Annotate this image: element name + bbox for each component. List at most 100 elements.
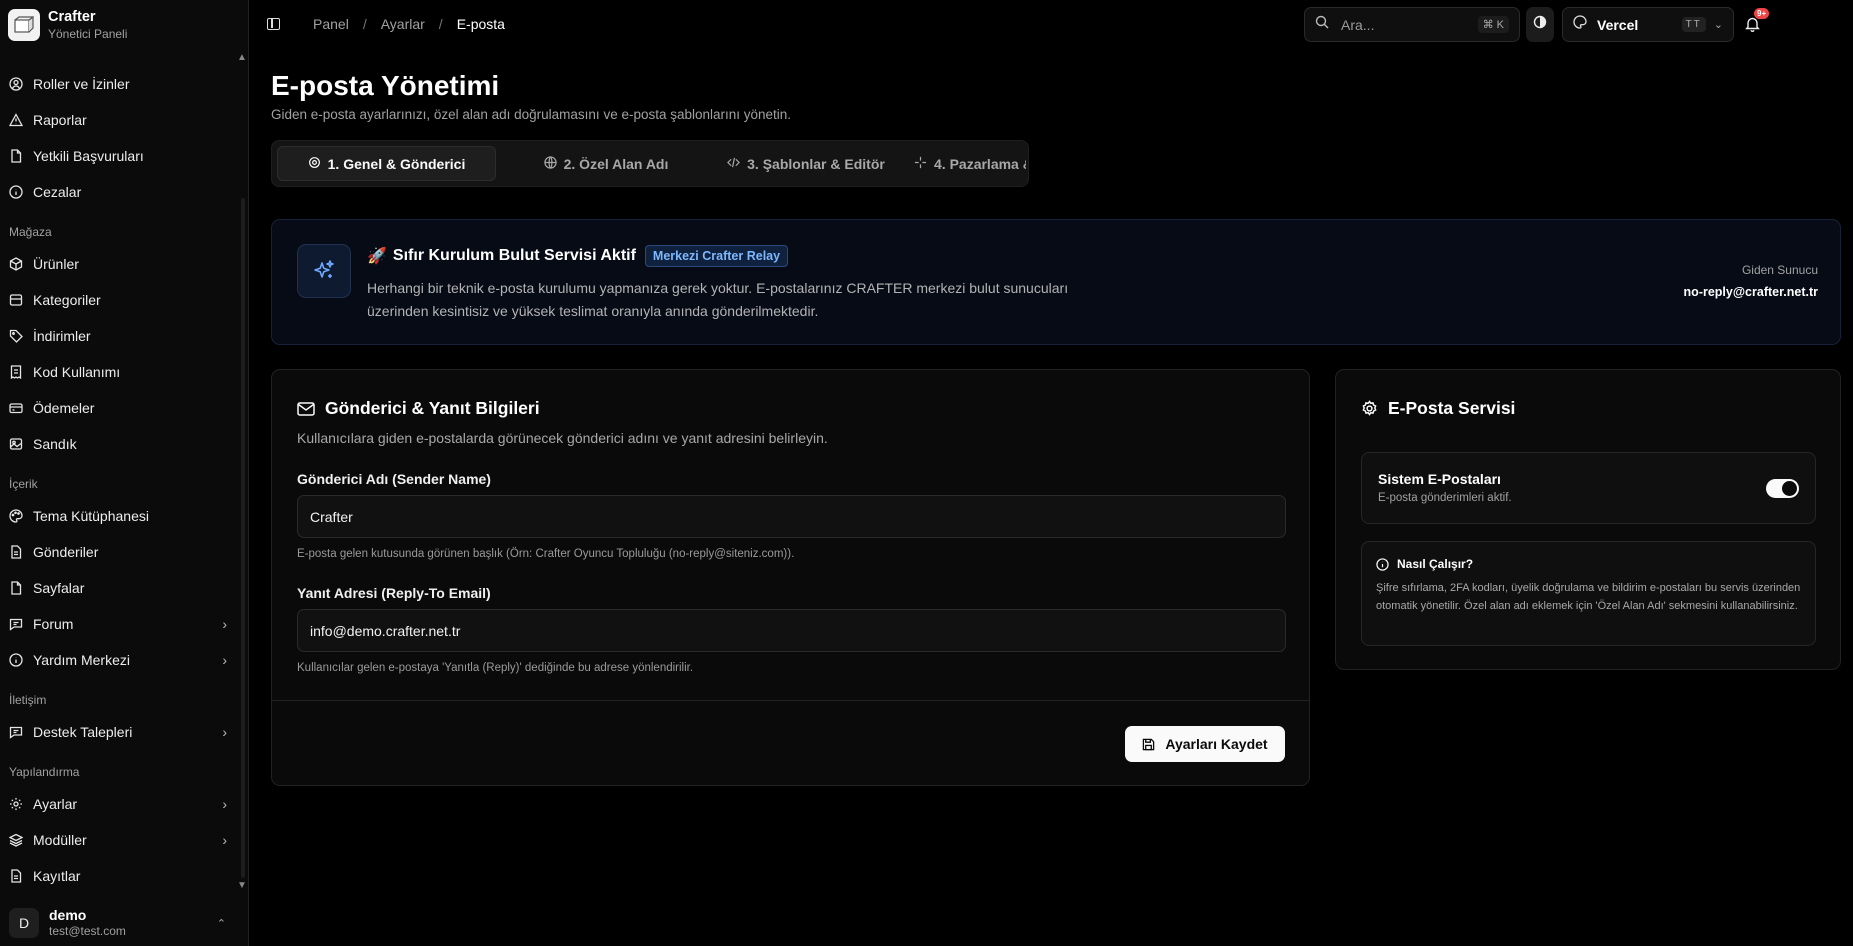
sidebar-item-modules[interactable]: Modüller › [0, 822, 236, 858]
sidebar-item-support-tickets[interactable]: Destek Talepleri › [0, 714, 236, 750]
save-button-label: Ayarları Kaydet [1165, 736, 1268, 752]
sidebar-item-label: İndirimler [33, 328, 91, 344]
theme-toggle-button[interactable] [1526, 7, 1554, 42]
sidebar-item-roles[interactable]: Roller ve İzinler [0, 66, 236, 102]
chevrons-up-down-icon: ⌃ [216, 917, 226, 930]
sidebar-item-label: Cezalar [33, 184, 82, 200]
topbar: Panel / Ayarlar / E-posta Ara... ⌘ K Ver… [249, 0, 1853, 50]
sidebar-toggle-icon[interactable] [267, 18, 280, 30]
system-emails-title: Sistem E-Postaları [1378, 471, 1501, 487]
brand[interactable]: Crafter Yönetici Paneli [0, 0, 248, 50]
main-content: Panel / Ayarlar / E-posta Ara... ⌘ K Ver… [249, 0, 1853, 946]
help-icon [9, 653, 23, 667]
banner-description: Herhangi bir teknik e-posta kurulumu yap… [367, 280, 1069, 319]
sidebar-item-staff-applications[interactable]: Yetkili Başvuruları [0, 138, 236, 174]
card-icon [9, 401, 23, 415]
receipt-icon [9, 365, 23, 379]
sidebar-item-label: Sayfalar [33, 580, 85, 596]
rocket-icon: 🚀 [367, 248, 387, 265]
bell-icon[interactable] [1745, 16, 1760, 37]
team-switcher[interactable]: Vercel TT ⌄ [1562, 7, 1734, 42]
sidebar-item-label: Tema Kütüphanesi [33, 508, 149, 524]
sidebar-item-code-usage[interactable]: Kod Kullanımı [0, 354, 236, 390]
tab-label: 4. Pazarlama & Kampany... [934, 155, 1026, 172]
layers-icon [9, 293, 23, 307]
sidebar: Crafter Yönetici Paneli ▲ ▼ Roller ve İz… [0, 0, 249, 946]
breadcrumb-panel[interactable]: Panel [313, 16, 349, 32]
log-icon [9, 869, 23, 883]
sidebar-item-label: Destek Talepleri [33, 724, 133, 740]
brand-name: Crafter [48, 9, 96, 25]
search-input[interactable]: Ara... ⌘ K [1304, 7, 1520, 42]
brand-subtitle: Yönetici Paneli [48, 27, 128, 41]
settings-tabs: 1. Genel & Gönderici 2. Özel Alan Adı 3.… [271, 140, 1029, 187]
sidebar-item-theme-library[interactable]: Tema Kütüphanesi [0, 498, 236, 534]
reply-to-input[interactable]: info@demo.crafter.net.tr [297, 609, 1286, 652]
sidebar-item-categories[interactable]: Kategoriler [0, 282, 236, 318]
team-badge: TT [1681, 17, 1706, 32]
sidebar-item-penalties[interactable]: Cezalar [0, 174, 236, 210]
avatar: D [9, 908, 39, 938]
sidebar-item-help-center[interactable]: Yardım Merkezi › [0, 642, 236, 678]
search-placeholder: Ara... [1341, 16, 1375, 33]
brand-logo-icon [8, 9, 40, 41]
sidebar-item-label: Kayıtlar [33, 868, 81, 884]
reply-to-label: Yanıt Adresi (Reply-To Email) [297, 585, 491, 601]
contrast-icon [1533, 15, 1547, 34]
sidebar-item-discounts[interactable]: İndirimler [0, 318, 236, 354]
system-emails-toggle[interactable] [1766, 479, 1799, 498]
breadcrumb-settings[interactable]: Ayarlar [381, 16, 425, 32]
gear-icon [1361, 400, 1378, 417]
sidebar-item-chest[interactable]: Sandık [0, 426, 236, 462]
user-menu[interactable]: D demo test@test.com ⌃ [0, 900, 249, 946]
scroll-up-icon[interactable]: ▲ [237, 52, 247, 63]
palette-icon [1573, 15, 1587, 34]
alert-triangle-icon [9, 113, 23, 127]
info-circle-icon [9, 185, 23, 199]
page-subtitle: Giden e-posta ayarlarınızı, özel alan ad… [271, 107, 792, 122]
sidebar-item-label: Yetkili Başvuruları [33, 148, 144, 164]
chest-icon [9, 437, 23, 451]
search-shortcut: ⌘ K [1477, 16, 1509, 33]
sidebar-item-settings[interactable]: Ayarlar › [0, 786, 236, 822]
save-icon [1142, 738, 1155, 751]
breadcrumb-separator: / [438, 16, 443, 32]
save-settings-button[interactable]: Ayarları Kaydet [1125, 726, 1285, 762]
chevron-right-icon: › [222, 724, 227, 740]
sidebar-item-label: Ürünler [33, 256, 79, 272]
sidebar-item-logs[interactable]: Kayıtlar [0, 858, 236, 894]
how-it-works-description: Şifre sıfırlama, 2FA kodları, üyelik doğ… [1376, 582, 1801, 612]
sidebar-item-reports[interactable]: Raporlar [0, 102, 236, 138]
scroll-down-icon[interactable]: ▼ [237, 880, 247, 891]
outgoing-server-value: no-reply@crafter.net.tr [1683, 285, 1818, 299]
tab-custom-domain[interactable]: 2. Özel Alan Adı [506, 146, 706, 181]
sidebar-item-label: Yardım Merkezi [33, 652, 130, 668]
sidebar-item-label: Ödemeler [33, 400, 95, 416]
tab-label: 3. Şablonlar & Editör [747, 155, 885, 172]
system-emails-box: Sistem E-Postaları E-posta gönderimleri … [1361, 452, 1816, 524]
tab-marketing[interactable]: 4. Pazarlama & Kampany... [906, 146, 1026, 181]
sidebar-item-forum[interactable]: Forum › [0, 606, 236, 642]
sidebar-item-products[interactable]: Ürünler [0, 246, 236, 282]
tab-general-sender[interactable]: 1. Genel & Gönderici [277, 146, 496, 181]
sidebar-item-posts[interactable]: Gönderiler [0, 534, 236, 570]
banner-title: Sıfır Kurulum Bulut Servisi Aktif [392, 247, 636, 264]
code-icon [727, 156, 741, 172]
palette-icon [9, 509, 23, 523]
info-circle-icon [1376, 557, 1389, 571]
sender-name-input[interactable]: Crafter [297, 495, 1286, 538]
post-icon [9, 545, 23, 559]
sidebar-item-label: Raporlar [33, 112, 87, 128]
card-divider [272, 700, 1309, 701]
app-root: Crafter Yönetici Paneli ▲ ▼ Roller ve İz… [0, 0, 1853, 946]
sidebar-scrollbar[interactable] [241, 198, 245, 878]
sidebar-item-payments[interactable]: Ödemeler [0, 390, 236, 426]
sender-reply-card: Gönderici & Yanıt Bilgileri Kullanıcılar… [271, 369, 1310, 786]
breadcrumb-current: E-posta [456, 16, 505, 32]
search-icon [1315, 15, 1329, 34]
sidebar-item-pages[interactable]: Sayfalar [0, 570, 236, 606]
outgoing-server-label: Giden Sunucu [1741, 263, 1818, 277]
sidebar-item-label: Forum [33, 616, 74, 632]
tab-templates-editor[interactable]: 3. Şablonlar & Editör [716, 146, 896, 181]
cloud-service-banner: 🚀 Sıfır Kurulum Bulut Servisi Aktif Merk… [271, 219, 1841, 345]
